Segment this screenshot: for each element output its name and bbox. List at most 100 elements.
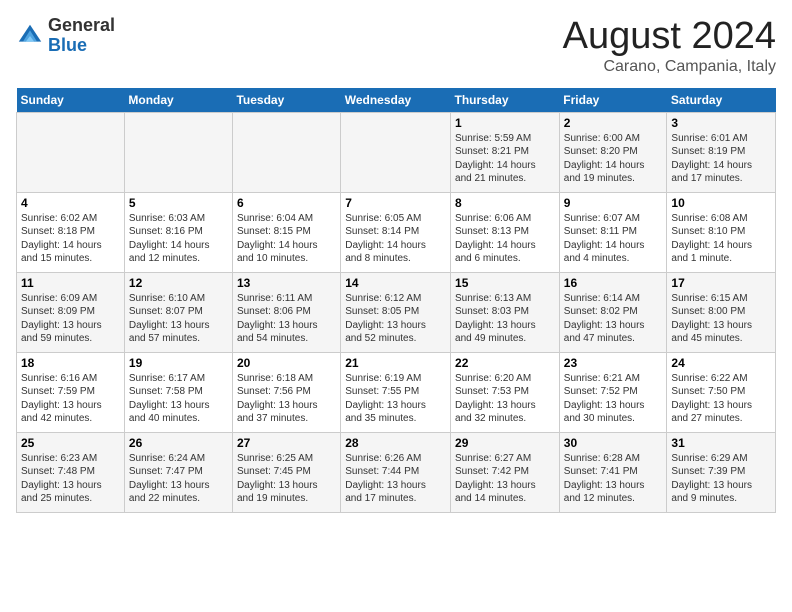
day-info: Sunrise: 6:18 AM Sunset: 7:56 PM Dayligh… (237, 372, 336, 426)
day-number: 16 (564, 276, 663, 290)
day-info: Sunrise: 6:03 AM Sunset: 8:16 PM Dayligh… (129, 212, 228, 266)
calendar-cell (124, 112, 232, 192)
calendar-cell: 28Sunrise: 6:26 AM Sunset: 7:44 PM Dayli… (341, 432, 451, 512)
calendar-cell: 6 Sunrise: 6:04 AM Sunset: 8:15 PM Daylig… (232, 192, 340, 272)
page-header: General Blue August 2024 Carano, Campani… (16, 16, 776, 76)
day-number: 22 (455, 356, 555, 370)
calendar-cell: 27 Sunrise: 6:25 AM Sunset: 7:45 PM Dayli… (232, 432, 340, 512)
calendar-cell (341, 112, 451, 192)
day-info: Sunrise: 6:06 AM Sunset: 8:13 PM Dayligh… (455, 212, 555, 266)
day-info: Sunrise: 6:17 AM Sunset: 7:58 PM Dayligh… (129, 372, 228, 426)
calendar-cell: 23 Sunrise: 6:21 AM Sunset: 7:52 PM Dayli… (559, 352, 667, 432)
calendar-cell: 30 Sunrise: 6:28 AM Sunset: 7:41 PM Dayli… (559, 432, 667, 512)
weekday-header-friday: Friday (559, 88, 667, 113)
day-number: 24 (671, 356, 771, 370)
location-subtitle: Carano, Campania, Italy (563, 58, 776, 76)
day-number: 13 (237, 276, 336, 290)
calendar-cell: 15 Sunrise: 6:13 AM Sunset: 8:03 PM Dayli… (451, 272, 560, 352)
day-info: Sunrise: 6:04 AM Sunset: 8:15 PM Dayligh… (237, 212, 336, 266)
day-number: 23 (564, 356, 663, 370)
weekday-header-monday: Monday (124, 88, 232, 113)
day-info: Sunrise: 6:01 AM Sunset: 8:19 PM Dayligh… (671, 132, 771, 186)
calendar-cell: 8 Sunrise: 6:06 AM Sunset: 8:13 PM Daylig… (451, 192, 560, 272)
day-number: 18 (21, 356, 120, 370)
logo-icon (16, 22, 44, 50)
day-number: 25 (21, 436, 120, 450)
calendar-header: SundayMondayTuesdayWednesdayThursdayFrid… (17, 88, 776, 113)
calendar-cell: 3 Sunrise: 6:01 AM Sunset: 8:19 PM Daylig… (667, 112, 776, 192)
calendar-cell: 14 Sunrise: 6:12 AM Sunset: 8:05 PM Dayli… (341, 272, 451, 352)
month-title: August 2024 (563, 16, 776, 58)
day-number: 7 (345, 196, 446, 210)
day-number: 3 (671, 116, 771, 130)
day-number: 30 (564, 436, 663, 450)
calendar-cell: 12Sunrise: 6:10 AM Sunset: 8:07 PM Dayli… (124, 272, 232, 352)
day-info: Sunrise: 6:19 AM Sunset: 7:55 PM Dayligh… (345, 372, 446, 426)
day-number: 20 (237, 356, 336, 370)
day-info: Sunrise: 6:05 AM Sunset: 8:14 PM Dayligh… (345, 212, 446, 266)
day-info: Sunrise: 6:29 AM Sunset: 7:39 PM Dayligh… (671, 452, 771, 506)
calendar-cell: 19Sunrise: 6:17 AM Sunset: 7:58 PM Dayli… (124, 352, 232, 432)
day-number: 21 (345, 356, 446, 370)
calendar-cell: 16Sunrise: 6:14 AM Sunset: 8:02 PM Dayli… (559, 272, 667, 352)
calendar-week-row: 4Sunrise: 6:02 AM Sunset: 8:18 PM Daylig… (17, 192, 776, 272)
calendar-week-row: 11 Sunrise: 6:09 AM Sunset: 8:09 PM Dayli… (17, 272, 776, 352)
day-number: 27 (237, 436, 336, 450)
day-number: 9 (564, 196, 663, 210)
calendar-cell: 5 Sunrise: 6:03 AM Sunset: 8:16 PM Daylig… (124, 192, 232, 272)
calendar-cell: 29Sunrise: 6:27 AM Sunset: 7:42 PM Dayli… (451, 432, 560, 512)
calendar-cell: 22 Sunrise: 6:20 AM Sunset: 7:53 PM Dayli… (451, 352, 560, 432)
weekday-header-sunday: Sunday (17, 88, 125, 113)
day-info: Sunrise: 6:15 AM Sunset: 8:00 PM Dayligh… (671, 292, 771, 346)
day-number: 15 (455, 276, 555, 290)
day-number: 2 (564, 116, 663, 130)
day-number: 6 (237, 196, 336, 210)
logo-blue-text: Blue (48, 35, 87, 55)
day-info: Sunrise: 6:10 AM Sunset: 8:07 PM Dayligh… (129, 292, 228, 346)
calendar-table: SundayMondayTuesdayWednesdayThursdayFrid… (16, 88, 776, 513)
calendar-cell (17, 112, 125, 192)
day-info: Sunrise: 6:09 AM Sunset: 8:09 PM Dayligh… (21, 292, 120, 346)
weekday-header-row: SundayMondayTuesdayWednesdayThursdayFrid… (17, 88, 776, 113)
day-info: Sunrise: 6:28 AM Sunset: 7:41 PM Dayligh… (564, 452, 663, 506)
day-number: 26 (129, 436, 228, 450)
day-info: Sunrise: 6:20 AM Sunset: 7:53 PM Dayligh… (455, 372, 555, 426)
weekday-header-wednesday: Wednesday (341, 88, 451, 113)
day-info: Sunrise: 6:12 AM Sunset: 8:05 PM Dayligh… (345, 292, 446, 346)
day-number: 11 (21, 276, 120, 290)
calendar-week-row: 25 Sunrise: 6:23 AM Sunset: 7:48 PM Dayli… (17, 432, 776, 512)
calendar-week-row: 1Sunrise: 5:59 AM Sunset: 8:21 PM Daylig… (17, 112, 776, 192)
calendar-cell: 25 Sunrise: 6:23 AM Sunset: 7:48 PM Dayli… (17, 432, 125, 512)
day-info: Sunrise: 6:13 AM Sunset: 8:03 PM Dayligh… (455, 292, 555, 346)
day-number: 14 (345, 276, 446, 290)
calendar-body: 1Sunrise: 5:59 AM Sunset: 8:21 PM Daylig… (17, 112, 776, 512)
day-number: 8 (455, 196, 555, 210)
calendar-cell: 11 Sunrise: 6:09 AM Sunset: 8:09 PM Dayli… (17, 272, 125, 352)
weekday-header-saturday: Saturday (667, 88, 776, 113)
calendar-cell (232, 112, 340, 192)
day-info: Sunrise: 6:07 AM Sunset: 8:11 PM Dayligh… (564, 212, 663, 266)
calendar-cell: 21 Sunrise: 6:19 AM Sunset: 7:55 PM Dayli… (341, 352, 451, 432)
day-info: Sunrise: 6:16 AM Sunset: 7:59 PM Dayligh… (21, 372, 120, 426)
day-info: Sunrise: 6:23 AM Sunset: 7:48 PM Dayligh… (21, 452, 120, 506)
day-number: 31 (671, 436, 771, 450)
day-info: Sunrise: 6:02 AM Sunset: 8:18 PM Dayligh… (21, 212, 120, 266)
title-block: August 2024 Carano, Campania, Italy (563, 16, 776, 76)
calendar-cell: 10Sunrise: 6:08 AM Sunset: 8:10 PM Dayli… (667, 192, 776, 272)
day-info: Sunrise: 6:24 AM Sunset: 7:47 PM Dayligh… (129, 452, 228, 506)
logo-general-text: General (48, 15, 115, 35)
calendar-cell: 24 Sunrise: 6:22 AM Sunset: 7:50 PM Dayli… (667, 352, 776, 432)
day-number: 1 (455, 116, 555, 130)
calendar-cell: 20 Sunrise: 6:18 AM Sunset: 7:56 PM Dayli… (232, 352, 340, 432)
calendar-week-row: 18 Sunrise: 6:16 AM Sunset: 7:59 PM Dayli… (17, 352, 776, 432)
day-info: Sunrise: 6:11 AM Sunset: 8:06 PM Dayligh… (237, 292, 336, 346)
day-number: 10 (671, 196, 771, 210)
day-number: 5 (129, 196, 228, 210)
day-info: Sunrise: 6:25 AM Sunset: 7:45 PM Dayligh… (237, 452, 336, 506)
weekday-header-tuesday: Tuesday (232, 88, 340, 113)
calendar-cell: 1Sunrise: 5:59 AM Sunset: 8:21 PM Daylig… (451, 112, 560, 192)
day-info: Sunrise: 6:22 AM Sunset: 7:50 PM Dayligh… (671, 372, 771, 426)
logo: General Blue (16, 16, 115, 56)
day-info: Sunrise: 6:21 AM Sunset: 7:52 PM Dayligh… (564, 372, 663, 426)
day-number: 29 (455, 436, 555, 450)
